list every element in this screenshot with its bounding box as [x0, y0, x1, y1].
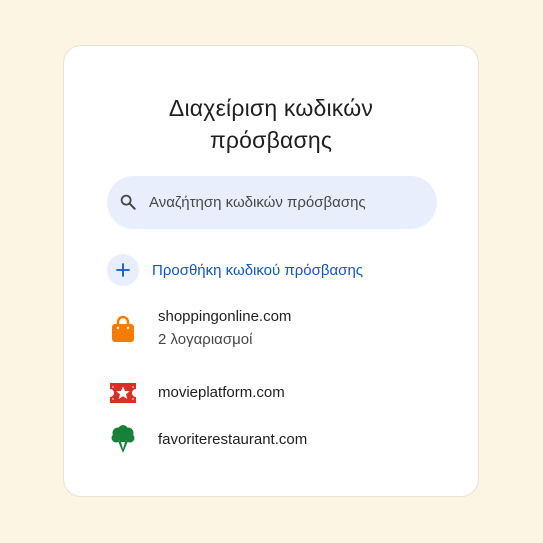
page-title: Διαχείριση κωδικών πρόσβασης: [64, 92, 478, 156]
password-manager-card: Διαχείριση κωδικών πρόσβασης Αναζήτηση κ…: [63, 45, 479, 497]
plus-icon: [107, 254, 139, 286]
shopping-bag-icon: [107, 313, 139, 345]
site-item-shoppingonline[interactable]: shoppingonline.com 2 λογαριασμοί: [107, 306, 291, 351]
add-password-label: Προσθήκη κωδικού πρόσβασης: [152, 261, 364, 279]
site-account-count: 2 λογαριασμοί: [158, 331, 253, 348]
site-item-favoriterestaurant[interactable]: favoriterestaurant.com: [107, 424, 307, 456]
add-password-button[interactable]: Προσθήκη κωδικού πρόσβασης: [107, 254, 363, 286]
search-icon: [120, 194, 136, 210]
site-name: movieplatform.com: [158, 384, 285, 401]
site-name: shoppingonline.com: [158, 308, 292, 325]
movie-ticket-icon: [107, 377, 139, 409]
broccoli-icon: [107, 424, 139, 456]
page-title-line-1: Διαχείριση κωδικών: [168, 95, 374, 121]
search-bar[interactable]: Αναζήτηση κωδικών πρόσβασης: [107, 176, 437, 229]
site-item-movieplatform[interactable]: movieplatform.com: [107, 377, 285, 409]
site-name: favoriterestaurant.com: [158, 431, 308, 448]
page-title-line-2: πρόσβασης: [209, 127, 333, 153]
search-placeholder: Αναζήτηση κωδικών πρόσβασης: [149, 194, 366, 211]
